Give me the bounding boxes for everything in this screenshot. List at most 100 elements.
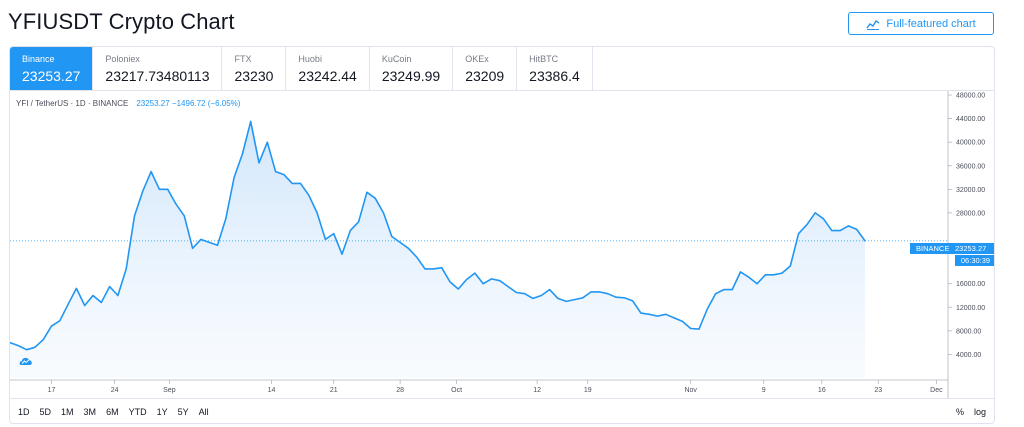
price-point	[549, 289, 551, 291]
x-tick-label: Sep	[163, 387, 176, 394]
price-point	[42, 339, 44, 341]
price-point	[17, 345, 19, 347]
tab-price-label: 23217.73480113	[105, 68, 210, 84]
price-point	[847, 225, 850, 227]
price-point	[150, 171, 152, 173]
tab-okex[interactable]: OKEx 23209	[453, 47, 518, 90]
price-area-fill	[10, 121, 865, 378]
price-point	[382, 212, 385, 214]
price-point	[698, 328, 700, 330]
price-point	[250, 120, 252, 123]
price-point	[183, 215, 185, 217]
tradingview-logo-icon[interactable]	[18, 355, 34, 367]
range-button-ytd[interactable]: YTD	[129, 407, 147, 417]
tab-hitbtc[interactable]: HitBTC 23386.4	[517, 47, 593, 90]
price-point	[839, 230, 841, 232]
chart-card: Binance 23253.27 Poloniex 23217.73480113 FTX…	[9, 46, 995, 424]
price-point	[764, 274, 767, 276]
tab-exchange-label: Poloniex	[105, 54, 140, 64]
price-point	[598, 291, 601, 293]
price-point	[499, 280, 501, 282]
chart-legend: YFI / TetherUS · 1D · BINANCE 23253.27 −…	[16, 99, 240, 108]
price-point	[490, 278, 493, 280]
price-point	[673, 317, 675, 319]
range-button-3m[interactable]: 3M	[84, 407, 97, 417]
price-point	[773, 274, 775, 276]
price-point	[324, 238, 326, 240]
price-point	[59, 320, 61, 322]
tab-poloniex[interactable]: Poloniex 23217.73480113	[93, 47, 223, 90]
scale-toggles: % log	[956, 407, 986, 417]
price-point	[75, 287, 77, 289]
price-point	[814, 212, 816, 214]
legend-values: 23253.27 −1496.72 (−6.05%)	[136, 99, 241, 108]
price-chart[interactable]: 48000.00 44000.00 40000.00 36000.00 32000.00…	[10, 91, 995, 398]
toolbar-divider	[10, 398, 994, 399]
tab-exchange-label: OKEx	[465, 54, 489, 64]
range-button-5y[interactable]: 5Y	[178, 407, 189, 417]
price-point	[690, 327, 692, 330]
price-point	[125, 268, 127, 270]
y-tick-label: 40000.00	[956, 140, 985, 147]
price-point	[167, 188, 169, 190]
log-scale-toggle[interactable]: log	[974, 407, 986, 417]
x-tick-label: 16	[818, 387, 826, 394]
x-tick-label: 28	[396, 387, 404, 394]
price-point	[208, 241, 210, 243]
full-featured-chart-button[interactable]: Full-featured chart	[848, 12, 994, 35]
range-button-1d[interactable]: 1D	[18, 407, 30, 417]
price-point	[84, 304, 86, 307]
price-point	[358, 221, 360, 223]
x-tick-label: 14	[268, 387, 276, 394]
range-selector: 1D 5D 1M 3M 6M YTD 1Y 5Y All	[18, 407, 209, 417]
tab-ftx[interactable]: FTX 23230	[222, 47, 287, 90]
price-point	[723, 289, 725, 291]
x-tick-label: 12	[533, 387, 541, 394]
price-point	[590, 291, 592, 293]
chart-icon	[866, 19, 880, 30]
range-button-5d[interactable]: 5D	[40, 407, 52, 417]
price-point	[515, 291, 517, 294]
tab-exchange-label: KuCoin	[381, 54, 412, 64]
tab-price-label: 23209	[465, 68, 505, 84]
price-point	[748, 276, 750, 278]
price-point	[374, 197, 376, 199]
price-point	[449, 281, 451, 283]
price-point	[565, 300, 567, 302]
price-point	[258, 162, 260, 164]
percent-scale-toggle[interactable]: %	[956, 407, 964, 417]
range-button-6m[interactable]: 6M	[106, 407, 119, 417]
price-point	[407, 247, 409, 249]
price-point	[291, 182, 293, 184]
price-point	[856, 228, 858, 230]
tab-binance[interactable]: Binance 23253.27	[10, 47, 94, 90]
range-button-1m[interactable]: 1M	[61, 407, 74, 417]
price-point	[474, 272, 476, 274]
price-point	[831, 230, 833, 232]
price-point	[441, 267, 443, 269]
price-point	[175, 203, 177, 205]
price-point	[67, 303, 69, 305]
tab-price-label: 23386.4	[529, 68, 580, 84]
price-point	[391, 235, 393, 238]
price-point	[623, 297, 625, 299]
tab-kucoin[interactable]: KuCoin 23249.99	[370, 47, 454, 90]
price-point	[681, 320, 684, 322]
legend-symbol: YFI / TetherUS · 1D · BINANCE	[16, 99, 129, 108]
price-point	[349, 230, 351, 232]
y-tick-label: 32000.00	[956, 187, 985, 194]
y-tick-label: 4000.00	[956, 352, 981, 359]
price-point	[789, 265, 791, 267]
price-point	[142, 190, 144, 192]
price-point	[798, 233, 800, 235]
price-point	[275, 171, 277, 173]
price-point	[225, 218, 227, 220]
range-button-1y[interactable]: 1Y	[157, 407, 168, 417]
price-point	[100, 301, 102, 304]
tab-huobi[interactable]: Huobi 23242.44	[286, 47, 370, 90]
y-tick-label: 12000.00	[956, 305, 985, 312]
price-point	[266, 141, 268, 143]
tab-exchange-label: Binance	[22, 54, 55, 64]
range-button-all[interactable]: All	[199, 407, 209, 417]
price-point	[50, 325, 53, 327]
